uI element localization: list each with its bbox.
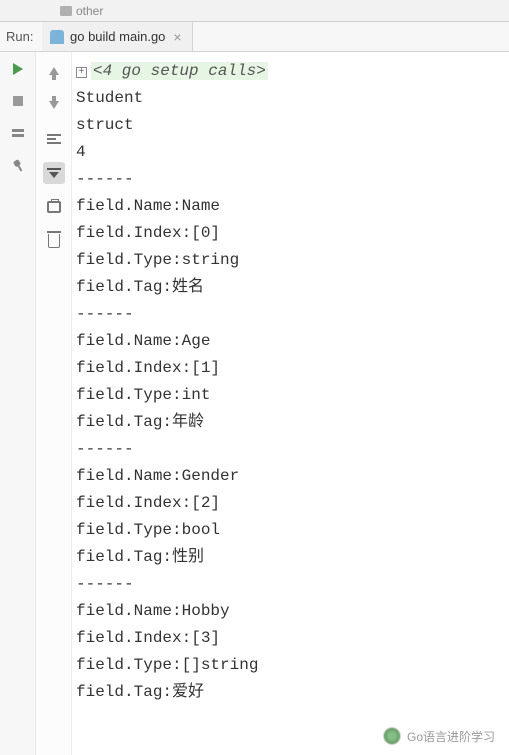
layout-button[interactable] (9, 124, 27, 142)
run-actions-gutter (0, 52, 36, 755)
output-line: ------ (76, 301, 505, 328)
output-line: 4 (76, 139, 505, 166)
output-line: field.Name:Gender (76, 463, 505, 490)
play-icon (13, 63, 23, 75)
output-line: field.Name:Name (76, 193, 505, 220)
watermark: Go语言进阶学习 (383, 727, 495, 745)
run-label: Run: (0, 22, 42, 51)
print-icon (47, 201, 61, 213)
output-line: field.Tag:年龄 (76, 409, 505, 436)
clear-all-button[interactable] (43, 230, 65, 252)
arrow-down-icon (49, 101, 59, 109)
rerun-button[interactable] (9, 60, 27, 78)
output-line: field.Type:string (76, 247, 505, 274)
soft-wrap-button[interactable] (43, 128, 65, 150)
trash-icon (48, 234, 60, 248)
breadcrumb-label: other (76, 4, 103, 18)
pin-button[interactable] (9, 156, 27, 174)
output-line: Student (76, 85, 505, 112)
console-output[interactable]: + <4 go setup calls> Student struct 4 ---… (72, 52, 509, 755)
pin-icon (8, 155, 27, 174)
output-line: field.Index:[3] (76, 625, 505, 652)
wrap-icon (47, 134, 61, 144)
watermark-text: Go语言进阶学习 (407, 728, 495, 745)
stop-icon (13, 96, 23, 106)
run-config-tab[interactable]: go build main.go × (42, 22, 193, 51)
output-toolbar (36, 52, 72, 755)
scroll-end-icon (47, 168, 61, 178)
layout-icon (12, 129, 24, 137)
setup-calls-line: + <4 go setup calls> (76, 58, 505, 85)
scroll-to-end-button[interactable] (43, 162, 65, 184)
output-line: ------ (76, 436, 505, 463)
output-line: field.Type:int (76, 382, 505, 409)
output-line: field.Index:[2] (76, 490, 505, 517)
output-line: field.Tag:性别 (76, 544, 505, 571)
setup-calls-text: <4 go setup calls> (91, 62, 268, 80)
fold-expand-icon[interactable]: + (76, 67, 87, 78)
close-icon[interactable]: × (171, 29, 183, 45)
output-line: field.Name:Hobby (76, 598, 505, 625)
folder-icon (60, 6, 72, 16)
breadcrumb-item[interactable]: other (60, 4, 103, 18)
output-line: field.Tag:爱好 (76, 679, 505, 706)
output-line: struct (76, 112, 505, 139)
print-button[interactable] (43, 196, 65, 218)
output-line: field.Index:[0] (76, 220, 505, 247)
run-tool-header: Run: go build main.go × (0, 22, 509, 52)
output-line: field.Type:bool (76, 517, 505, 544)
output-line: field.Tag:姓名 (76, 274, 505, 301)
output-line: ------ (76, 571, 505, 598)
output-line: field.Type:[]string (76, 652, 505, 679)
up-stack-button[interactable] (43, 60, 65, 82)
output-line: field.Name:Age (76, 328, 505, 355)
output-line: field.Index:[1] (76, 355, 505, 382)
tab-label: go build main.go (70, 29, 165, 44)
go-file-icon (50, 30, 64, 44)
run-tool-body: + <4 go setup calls> Student struct 4 ---… (0, 52, 509, 755)
project-breadcrumb-bar: other (0, 0, 509, 22)
output-line: ------ (76, 166, 505, 193)
down-stack-button[interactable] (43, 94, 65, 116)
stop-button[interactable] (9, 92, 27, 110)
arrow-up-icon (49, 67, 59, 75)
watermark-logo-icon (383, 727, 401, 745)
